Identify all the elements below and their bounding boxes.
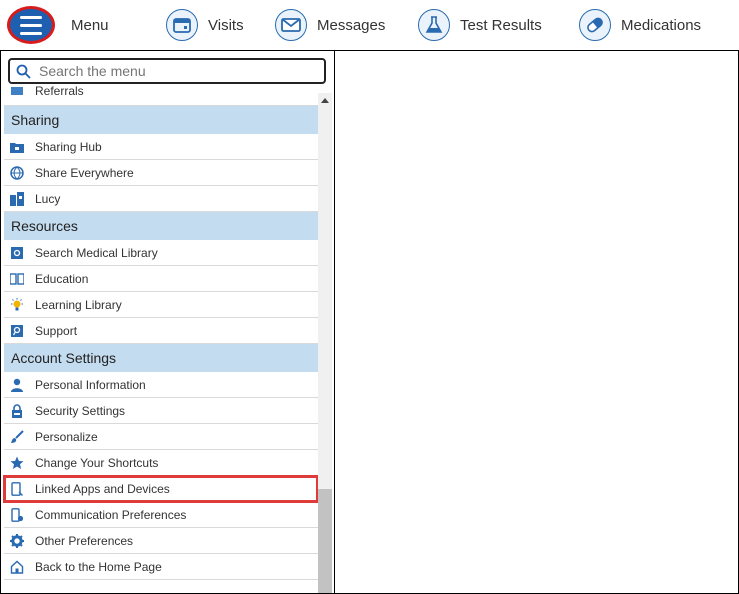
search-box[interactable] [8,58,326,84]
sidebar-item-change-your-shortcuts[interactable]: Change Your Shortcuts [4,450,318,476]
sidebar-item-label: Share Everywhere [35,165,134,180]
search-icon [16,64,31,79]
sidebar-item-label: Communication Preferences [35,507,187,522]
envelope-icon [275,9,307,41]
nav-messages-label: Messages [317,16,386,34]
sidebar-item-sharing-hub[interactable]: Sharing Hub [4,134,318,160]
nav-medications[interactable]: Medications [579,7,701,43]
paintbrush-icon [10,429,24,444]
sidebar-item-label: Search Medical Library [35,245,158,260]
sidebar-item-share-everywhere[interactable]: Share Everywhere [4,160,318,186]
main-content-area [335,51,738,593]
lucy-icon [10,191,24,206]
globe-share-icon [10,165,24,180]
library-icon [10,246,24,260]
gear-icon [10,533,24,548]
device-settings-icon [10,507,24,522]
sidebar-item-label: Other Preferences [35,533,134,548]
sidebar-item-label: Linked Apps and Devices [35,481,170,496]
home-icon [10,560,24,574]
nav-medications-label: Medications [621,16,702,34]
nav-messages[interactable]: Messages [275,7,385,43]
sidebar-item-personalize[interactable]: Personalize [4,424,318,450]
calendar-icon [166,9,198,41]
sidebar-item-support[interactable]: Support [4,318,318,344]
sidebar-item-label: Sharing Hub [35,139,102,154]
flask-icon [418,9,450,41]
sidebar-item-label: Lucy [35,191,61,206]
scrollbar-thumb[interactable] [318,489,332,593]
sidebar-item-communication-preferences[interactable]: Communication Preferences [4,502,318,528]
pill-icon [579,9,611,41]
referral-icon [10,84,24,98]
star-icon [10,456,24,470]
menu-list: Referrals Sharing Sharing Hub Share Ever… [3,84,319,580]
linked-device-icon [10,481,24,496]
sidebar-item-search-medical-library[interactable]: Search Medical Library [4,240,318,266]
sidebar-item-education[interactable]: Education [4,266,318,292]
sidebar-item-learning-library[interactable]: Learning Library [4,292,318,318]
sidebar-item-label: Personal Information [35,377,146,392]
sidebar-item-other-preferences[interactable]: Other Preferences [4,528,318,554]
sidebar-menu: Referrals Sharing Sharing Hub Share Ever… [0,51,335,594]
nav-visits-label: Visits [208,16,244,34]
search-input[interactable] [37,62,301,80]
sidebar-item-label: Education [35,271,89,286]
section-header-account-settings: Account Settings [4,344,318,372]
section-header-resources: Resources [4,212,318,240]
sidebar-item-personal-information[interactable]: Personal Information [4,372,318,398]
sidebar-item-label: Personalize [35,429,98,444]
sidebar-item-lucy[interactable]: Lucy [4,186,318,212]
sidebar-item-label: Support [35,323,78,338]
support-icon [10,324,24,338]
sidebar-item-label: Security Settings [35,403,126,418]
sidebar-item-linked-apps-and-devices[interactable]: Linked Apps and Devices [3,475,319,503]
menu-label: Menu [71,16,109,34]
nav-test-results-label: Test Results [460,16,542,34]
nav-visits[interactable]: Visits [166,7,244,43]
menu-button[interactable]: Menu [10,7,109,43]
folder-share-icon [10,140,24,154]
hamburger-menu-icon[interactable] [10,9,52,41]
scroll-up-arrow-icon[interactable] [321,98,329,103]
sidebar-item-back-to-home-page[interactable]: Back to the Home Page [4,554,318,580]
person-icon [10,378,24,392]
lock-icon [10,403,24,418]
sidebar-item-label: Referrals [35,83,84,98]
sidebar-item-security-settings[interactable]: Security Settings [4,398,318,424]
sidebar-item-label: Learning Library [35,297,122,312]
top-nav-bar: Menu Visits Messages Test Results Medica… [0,0,739,51]
sidebar-item-referrals[interactable]: Referrals [4,84,318,106]
book-icon [10,272,24,286]
sidebar-item-label: Change Your Shortcuts [35,455,159,470]
lightbulb-icon [10,297,24,312]
section-header-sharing: Sharing [4,106,318,134]
sidebar-item-label: Back to the Home Page [35,559,162,574]
nav-test-results[interactable]: Test Results [418,7,542,43]
